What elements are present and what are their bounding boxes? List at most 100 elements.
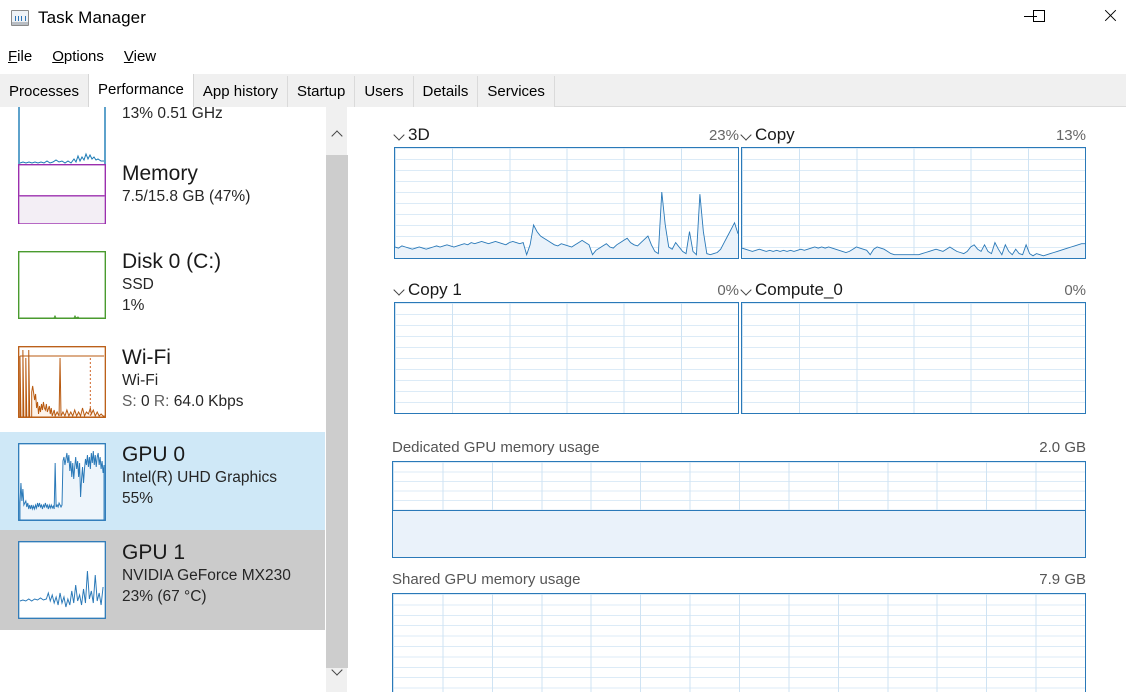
maximize-button[interactable] <box>1016 0 1062 32</box>
cpu-stat: 13% 0.51 GHz <box>122 107 223 122</box>
shared-gpu-memory-graph <box>392 593 1086 692</box>
engine-compute-0-graph <box>741 302 1086 414</box>
shared-gpu-memory-title: Shared GPU memory usage <box>392 571 581 588</box>
gpu-0-subtitle: Intel(R) UHD Graphics <box>122 469 278 486</box>
gpu-1-subtitle: NVIDIA GeForce MX230 <box>122 567 291 584</box>
task-manager-window: Task Manager File Options View Processes… <box>0 0 1126 692</box>
tab-startup[interactable]: Startup <box>287 76 356 107</box>
tab-details-label: Details <box>422 83 469 100</box>
engine-compute-0-gridlines <box>742 303 1085 413</box>
disk-0-text: Disk 0 (C:) SSD 1% <box>122 247 221 335</box>
shared-gpu-memory-header: Shared GPU memory usage 7.9 GB <box>392 571 1086 593</box>
maximize-icon <box>1033 10 1045 22</box>
tab-processes[interactable]: Processes <box>0 76 90 107</box>
tab-users[interactable]: Users <box>355 76 414 107</box>
content-area: 13% 0.51 GHz Memory 7.5/15.8 GB (47%) Di… <box>0 107 1126 692</box>
chevron-down-icon[interactable] <box>394 286 408 294</box>
engine-compute-0: Compute_0 0% <box>741 280 1086 414</box>
shared-gpu-memory-max: 7.9 GB <box>1039 571 1086 588</box>
gpu-1-stat: 23% (67 °C) <box>122 588 207 605</box>
engine-copy-1-header[interactable]: Copy 1 0% <box>394 280 739 302</box>
menu-item-options-rest: ptions <box>63 48 104 65</box>
wifi-thumbnail-graph <box>18 346 106 418</box>
engine-copy-1: Copy 1 0% <box>394 280 739 414</box>
tab-list: Processes Performance App history Startu… <box>0 74 555 107</box>
title-bar-left: Task Manager <box>11 8 146 28</box>
tab-users-label: Users <box>364 83 404 100</box>
gpu-0-thumbnail-graph <box>18 443 106 521</box>
menu-item-view[interactable]: View <box>114 44 166 70</box>
engine-3d: 3D 23% <box>394 125 739 259</box>
gpu-1-thumbnail-graph <box>18 541 106 619</box>
tab-app-history-label: App history <box>202 83 278 100</box>
scrollbar-thumb[interactable] <box>326 155 348 668</box>
engine-compute-0-value: 0% <box>1064 282 1086 299</box>
sidebar-item-cpu[interactable]: 13% 0.51 GHz <box>0 107 325 171</box>
tab-details[interactable]: Details <box>413 76 479 107</box>
engine-copy-1-title: Copy 1 <box>408 280 462 299</box>
sidebar-scrollbar[interactable] <box>325 107 348 692</box>
chevron-down-icon <box>333 668 342 677</box>
cpu-text: 13% 0.51 GHz <box>122 107 223 151</box>
close-icon <box>1103 9 1117 23</box>
gpu-0-text: GPU 0 Intel(R) UHD Graphics 55% <box>122 440 277 530</box>
gpu-1-title: GPU 1 <box>122 541 186 564</box>
close-button[interactable] <box>1087 0 1126 32</box>
engine-copy-plot <box>742 148 1085 258</box>
sidebar-item-wifi[interactable]: Wi-Fi Wi-Fi S: 0 R: 64.0 Kbps <box>0 335 325 432</box>
menu-bar: File Options View <box>0 44 166 70</box>
tab-services[interactable]: Services <box>478 76 555 107</box>
engine-copy-header[interactable]: Copy 13% <box>741 125 1086 147</box>
dedicated-gpu-memory-fill <box>393 509 1085 557</box>
shared-gpu-memory-gridlines <box>393 594 1085 692</box>
engine-copy-1-value: 0% <box>717 282 739 299</box>
dedicated-gpu-memory-graph <box>392 461 1086 558</box>
disk-0-thumbnail-graph <box>18 251 106 319</box>
menu-item-file-rest: ile <box>17 48 33 65</box>
tab-performance[interactable]: Performance <box>88 74 194 107</box>
wifi-send-label: S: <box>122 393 141 410</box>
sidebar-item-gpu-1[interactable]: GPU 1 NVIDIA GeForce MX230 23% (67 °C) <box>0 530 325 630</box>
engine-copy-title: Copy <box>755 125 795 144</box>
engine-3d-plot <box>395 148 738 258</box>
sidebar-item-memory[interactable]: Memory 7.5/15.8 GB (47%) <box>0 151 325 239</box>
disk-0-title: Disk 0 (C:) <box>122 250 222 273</box>
resource-list[interactable]: 13% 0.51 GHz Memory 7.5/15.8 GB (47%) Di… <box>0 107 325 692</box>
gpu-detail-panel: 3D 23% Copy 13% Copy 1 0% Compute_0 0% D… <box>348 107 1126 692</box>
engine-copy-graph <box>741 147 1086 259</box>
sidebar-item-gpu-0[interactable]: GPU 0 Intel(R) UHD Graphics 55% <box>0 432 325 530</box>
tab-services-label: Services <box>487 83 545 100</box>
engine-copy-1-graph <box>394 302 739 414</box>
memory-thumbnail-graph <box>18 164 106 224</box>
engine-compute-0-header[interactable]: Compute_0 0% <box>741 280 1086 302</box>
tab-app-history[interactable]: App history <box>193 76 288 107</box>
engine-3d-value: 23% <box>708 127 739 144</box>
wifi-subtitle: Wi-Fi <box>122 372 159 389</box>
disk-0-stat: 1% <box>122 297 145 314</box>
memory-text: Memory 7.5/15.8 GB (47%) <box>122 159 250 239</box>
menu-item-view-rest: iew <box>133 48 157 65</box>
chevron-down-icon[interactable] <box>741 131 755 139</box>
chevron-up-icon <box>333 131 342 140</box>
scrollbar-up-button[interactable] <box>326 125 348 145</box>
tab-startup-label: Startup <box>296 83 346 100</box>
chevron-down-icon[interactable] <box>394 131 408 139</box>
menu-item-file[interactable]: File <box>0 44 42 70</box>
gpu-0-title: GPU 0 <box>122 443 186 466</box>
wifi-recv-value: 64.0 Kbps <box>173 393 244 410</box>
tab-performance-label: Performance <box>98 81 184 98</box>
engine-copy: Copy 13% <box>741 125 1086 259</box>
engine-3d-header[interactable]: 3D 23% <box>394 125 739 147</box>
engine-3d-title: 3D <box>408 125 430 144</box>
chevron-down-icon[interactable] <box>741 286 755 294</box>
dedicated-gpu-memory-section: Dedicated GPU memory usage 2.0 GB <box>392 439 1086 558</box>
disk-0-subtitle: SSD <box>122 276 154 293</box>
scrollbar-down-button[interactable] <box>326 662 348 682</box>
sidebar-item-disk-0[interactable]: Disk 0 (C:) SSD 1% <box>0 239 325 335</box>
engine-compute-0-title: Compute_0 <box>755 280 843 299</box>
engine-copy-value: 13% <box>1055 127 1086 144</box>
wifi-text: Wi-Fi Wi-Fi S: 0 R: 64.0 Kbps <box>122 343 244 432</box>
menu-item-options[interactable]: Options <box>42 44 114 70</box>
engine-3d-graph <box>394 147 739 259</box>
dedicated-gpu-memory-header: Dedicated GPU memory usage 2.0 GB <box>392 439 1086 461</box>
